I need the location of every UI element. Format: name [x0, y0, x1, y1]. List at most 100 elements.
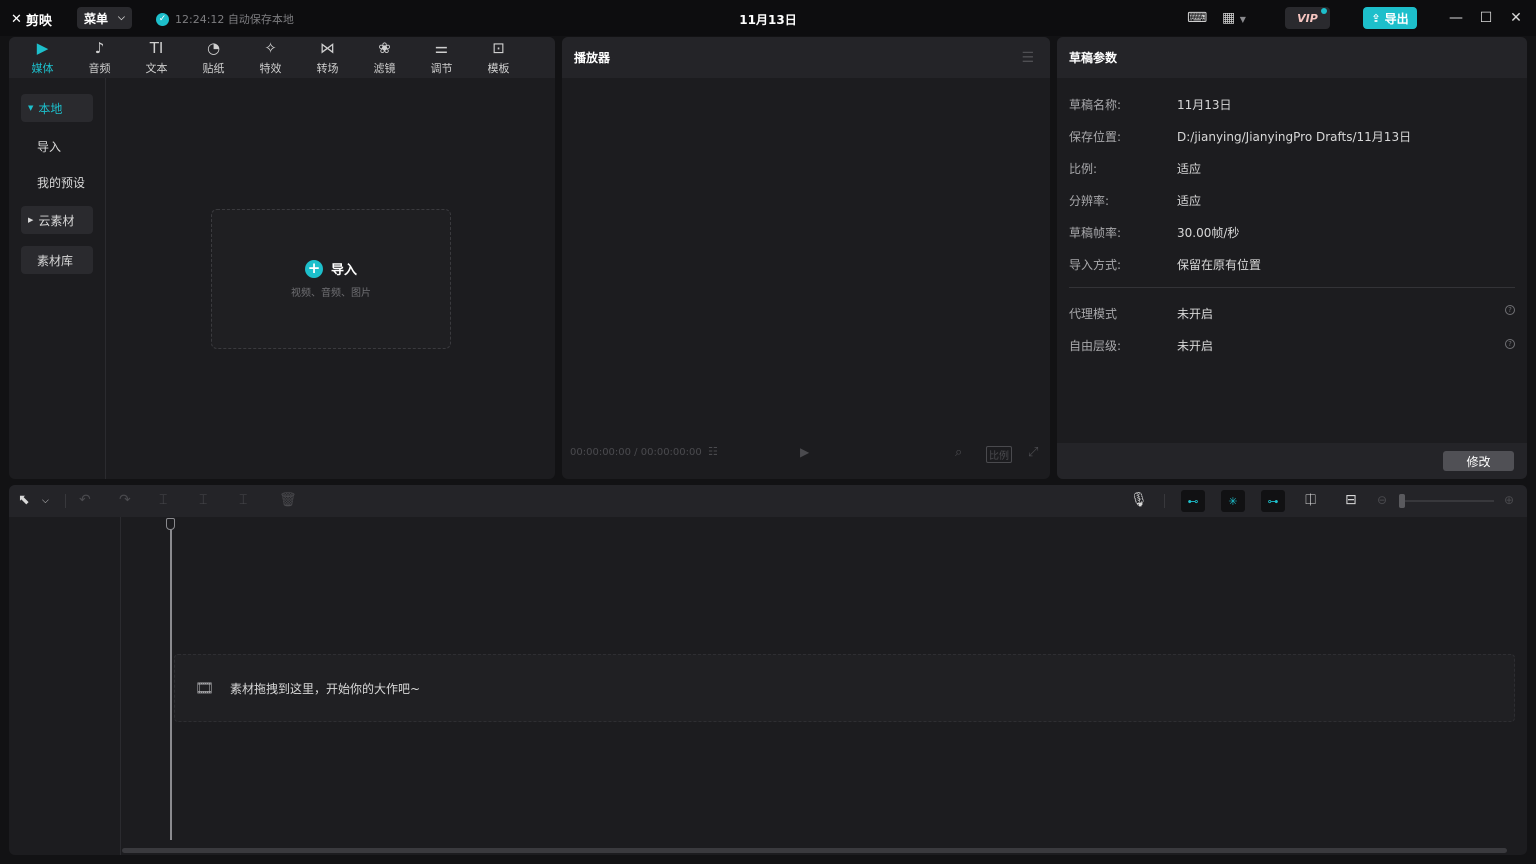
zoom-fit-icon[interactable]: ⌕	[955, 445, 962, 460]
horizontal-scrollbar[interactable]	[122, 848, 1507, 853]
zoom-out-icon[interactable]: ⊖	[1377, 493, 1387, 507]
delete-icon[interactable]: 🗑	[279, 492, 297, 508]
tab-filter[interactable]: ❀ 滤镜	[356, 37, 413, 78]
draft-params-footer: 修改	[1057, 443, 1527, 479]
select-cursor-icon[interactable]: ⬉	[18, 492, 30, 508]
tab-label: 媒体	[31, 61, 54, 75]
draft-params-panel: 草稿参数 草稿名称: 11月13日 保存位置: D:/jianying/Jian…	[1057, 37, 1527, 479]
vip-button[interactable]: VIP	[1285, 7, 1330, 29]
divider	[1164, 494, 1165, 508]
app-name: 剪映	[25, 14, 52, 29]
nav-library[interactable]: 素材库	[21, 246, 93, 274]
preview-axis-icon[interactable]: ⊟	[1345, 492, 1357, 508]
media-panel: ▶ 媒体 ♪ 音频 TI 文本 ◔ 贴纸 ✧ 特效 ⋈ 转场 ❀ 滤镜 ⚌ 调节	[9, 37, 555, 479]
nav-cloud-label: 云素材	[38, 213, 75, 228]
playhead-handle[interactable]	[166, 518, 175, 530]
vip-badge-dot	[1321, 8, 1327, 14]
timeline-drop-hint: 素材拖拽到这里，开始你的大作吧~	[230, 681, 421, 696]
chevron-down-icon: ⌵	[118, 13, 125, 23]
player-header: 播放器 ☰	[562, 37, 1050, 78]
sticker-icon: ◔	[206, 38, 221, 57]
close-icon[interactable]: ✕	[1508, 10, 1524, 26]
param-key: 保存位置:	[1069, 130, 1122, 144]
nav-import-label: 导入	[37, 139, 62, 154]
split-icon[interactable]: ⌶	[159, 492, 167, 508]
minimize-icon[interactable]: —	[1448, 10, 1464, 26]
nav-my-presets-label: 我的预设	[37, 175, 86, 190]
trim-right-icon[interactable]: ⌶	[239, 492, 247, 508]
tab-adjust[interactable]: ⚌ 调节	[413, 37, 470, 78]
draft-params-title: 草稿参数	[1069, 51, 1118, 65]
menu-button[interactable]: 菜单 ⌵	[77, 7, 132, 29]
param-row: 导入方式: 保留在原有位置	[1069, 256, 1261, 273]
param-key: 自由层级:	[1069, 339, 1122, 353]
menu-lines-icon[interactable]: ☰	[1021, 50, 1034, 66]
linkage-icon[interactable]: ⊶	[1261, 490, 1285, 512]
playhead-line[interactable]	[170, 530, 172, 840]
magnet-snap-icon[interactable]: ⊷	[1181, 490, 1205, 512]
split-screen-icon[interactable]: ⎅	[1305, 492, 1316, 508]
play-icon[interactable]: ▶	[800, 445, 809, 459]
transition-icon: ⋈	[320, 38, 335, 57]
param-value: D:/jianying/JianyingPro Drafts/11月13日	[1177, 130, 1412, 144]
nav-cloud[interactable]: ▶ 云素材	[21, 206, 93, 234]
import-label: 导入	[330, 263, 357, 278]
tab-template[interactable]: ⊡ 模板	[470, 37, 527, 78]
tab-audio[interactable]: ♪ 音频	[71, 37, 128, 78]
import-dropzone[interactable]: + 导入 视频、音频、图片	[211, 209, 451, 349]
timeline-dropzone[interactable]: 🎞 素材拖拽到这里，开始你的大作吧~	[174, 654, 1515, 722]
layout-icon[interactable]: ▦ ▼	[1222, 10, 1246, 26]
auto-link-icon[interactable]: ✳	[1221, 490, 1245, 512]
redo-icon[interactable]: ↷	[119, 492, 131, 508]
zoom-slider-handle[interactable]	[1399, 494, 1405, 508]
tab-effects[interactable]: ✧ 特效	[242, 37, 299, 78]
param-key: 草稿帧率:	[1069, 226, 1122, 240]
param-key: 草稿名称:	[1069, 98, 1122, 112]
waveform-icon[interactable]: ☷	[708, 445, 718, 458]
tab-label: 模板	[487, 61, 510, 75]
param-row: 比例: 适应	[1069, 160, 1201, 177]
title-bar: ✕ 剪映 菜单 ⌵ ✓ 12:24:12 自动保存本地 11月13日 ⌨ ▦ ▼…	[0, 0, 1536, 36]
fullscreen-icon[interactable]: ⤢	[1028, 445, 1038, 460]
zoom-in-icon[interactable]: ⊕	[1504, 493, 1514, 507]
export-button[interactable]: ⇪ 导出	[1363, 7, 1417, 29]
nav-local[interactable]: ▼ 本地	[21, 94, 93, 122]
tab-label: 特效	[259, 61, 282, 75]
plus-icon: +	[304, 259, 323, 278]
microphone-icon[interactable]: 🎙	[1130, 492, 1148, 508]
tab-sticker[interactable]: ◔ 贴纸	[185, 37, 242, 78]
tab-text[interactable]: TI 文本	[128, 37, 185, 78]
zoom-slider-track[interactable]	[1402, 500, 1494, 502]
keyboard-shortcuts-icon[interactable]: ⌨	[1187, 10, 1207, 26]
tab-label: 贴纸	[202, 61, 225, 75]
autosave-status: ✓ 12:24:12 自动保存本地	[156, 11, 294, 27]
media-icon: ▶	[36, 38, 49, 57]
nav-my-presets[interactable]: 我的预设	[21, 168, 93, 196]
tab-media[interactable]: ▶ 媒体	[14, 37, 71, 78]
nav-library-label: 素材库	[37, 253, 74, 268]
music-icon: ♪	[94, 38, 105, 57]
media-side-nav: ▼ 本地 导入 我的预设 ▶ 云素材 素材库	[9, 78, 106, 479]
app-logo: ✕ 剪映	[11, 10, 52, 29]
modify-button[interactable]: 修改	[1443, 451, 1514, 471]
param-row: 草稿名称: 11月13日	[1069, 96, 1232, 113]
help-icon[interactable]: ?	[1505, 339, 1515, 349]
chevron-down-icon[interactable]: ⌵	[42, 496, 49, 506]
check-circle-icon: ✓	[156, 12, 169, 26]
nav-import[interactable]: 导入	[21, 132, 93, 160]
maximize-icon[interactable]: ☐	[1478, 10, 1494, 26]
ratio-button[interactable]: 比例	[986, 446, 1012, 463]
import-button[interactable]: + 导入	[304, 259, 357, 278]
upload-icon: ⇪	[1371, 11, 1381, 25]
divider	[1069, 287, 1515, 288]
export-label: 导出	[1384, 11, 1409, 26]
trim-left-icon[interactable]: ⌶	[199, 492, 207, 508]
param-value: 未开启	[1177, 339, 1214, 353]
caret-right-icon: ▶	[28, 216, 34, 224]
tab-transition[interactable]: ⋈ 转场	[299, 37, 356, 78]
effects-icon: ✧	[264, 38, 277, 57]
param-key: 分辨率:	[1069, 194, 1110, 208]
undo-icon[interactable]: ↶	[79, 492, 91, 508]
param-value: 保留在原有位置	[1177, 258, 1262, 272]
help-icon[interactable]: ?	[1505, 305, 1515, 315]
